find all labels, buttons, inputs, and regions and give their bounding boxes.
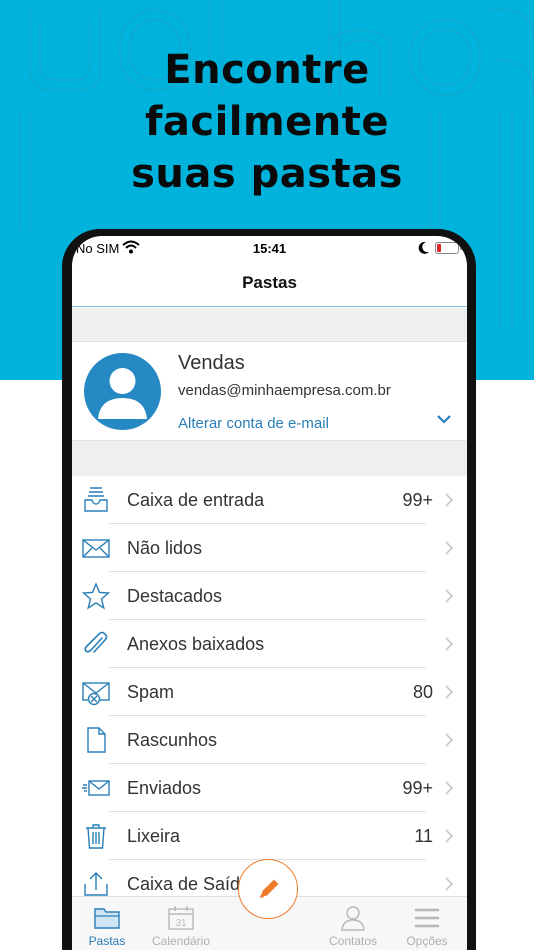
account-name: Vendas [178, 352, 245, 374]
chevron-right-icon [445, 877, 453, 891]
menu-icon [414, 908, 440, 928]
folder-row-sent[interactable]: Enviados 99+ [72, 764, 467, 812]
folder-count: 80 [412, 682, 433, 702]
calendar-icon: 31 [168, 906, 194, 930]
section-spacer [72, 441, 467, 476]
headline-line-2: facilmente [144, 99, 390, 145]
folder-count: 99+ [402, 778, 433, 798]
paperclip-icon [84, 631, 108, 653]
headline: Encontre facilmente suas pastas [0, 44, 534, 200]
folder-label: Não lidos [127, 538, 203, 558]
spam-icon [82, 682, 110, 706]
navigation-bar: Pastas [72, 262, 467, 307]
headline-line-1: Encontre [164, 47, 370, 93]
folder-list: Caixa de entrada 99+ Não lidos Destacado… [72, 476, 467, 908]
tab-pastas[interactable]: Pastas [72, 897, 142, 950]
account-header[interactable]: Vendas vendas@minhaempresa.com.br Altera… [72, 341, 467, 441]
folder-label: Anexos baixados [127, 634, 265, 654]
tab-label: Pastas [88, 934, 126, 948]
chevron-down-icon[interactable] [436, 413, 452, 425]
chevron-right-icon [445, 589, 453, 603]
folder-label: Caixa de entrada [127, 490, 265, 510]
folder-label: Lixeira [127, 826, 181, 846]
folder-count: 99+ [402, 490, 433, 510]
moon-icon [418, 241, 429, 254]
chevron-right-icon [445, 829, 453, 843]
inbox-icon [84, 487, 108, 512]
page-title: Pastas [242, 273, 297, 292]
section-spacer [72, 308, 467, 341]
status-time: 15:41 [252, 241, 287, 256]
person-icon [341, 906, 365, 931]
battery-tip [460, 246, 462, 250]
folder-count: 11 [414, 826, 433, 846]
chevron-right-icon [445, 637, 453, 651]
page: Encontre facilmente suas pastas No SIM 1… [0, 0, 534, 950]
folder-label: Rascunhos [127, 730, 218, 750]
battery-level [437, 244, 441, 252]
battery-icon [435, 242, 462, 254]
folder-label: Spam [127, 682, 175, 702]
folder-row-spam[interactable]: Spam 80 [72, 668, 467, 716]
folder-row-unread[interactable]: Não lidos [72, 524, 467, 572]
account-email: vendas@minhaempresa.com.br [178, 382, 391, 399]
outbox-icon [84, 872, 108, 896]
chevron-right-icon [445, 541, 453, 555]
folder-row-drafts[interactable]: Rascunhos [72, 716, 467, 764]
compose-button[interactable] [238, 859, 298, 919]
tab-label: Calendário [151, 934, 211, 948]
sent-icon [82, 780, 110, 796]
envelope-icon [82, 539, 110, 558]
tab-calendario[interactable]: 31 Calendário [146, 897, 216, 950]
change-account-link[interactable]: Alterar conta de e-mail [178, 415, 329, 432]
folder-label: Enviados [127, 778, 202, 798]
chevron-right-icon [445, 781, 453, 795]
tab-contatos[interactable]: Contatos [318, 897, 388, 950]
chevron-right-icon [445, 733, 453, 747]
status-bar: No SIM 15:41 [72, 236, 467, 262]
folder-row-trash[interactable]: Lixeira 11 [72, 812, 467, 860]
user-silhouette-icon [98, 368, 147, 419]
folder-row-starred[interactable]: Destacados [72, 572, 467, 620]
star-icon [82, 582, 110, 610]
document-icon [87, 727, 106, 753]
avatar [84, 353, 161, 430]
calendar-day: 31 [175, 918, 187, 929]
folder-row-inbox[interactable]: Caixa de entrada 99+ [72, 476, 467, 524]
phone-screen: No SIM 15:41 Pastas Vendas vendas@minhae… [72, 236, 467, 950]
tab-opcoes[interactable]: Opções [392, 897, 462, 950]
chevron-right-icon [445, 493, 453, 507]
chevron-right-icon [445, 685, 453, 699]
pencil-icon [260, 879, 279, 898]
headline-line-3: suas pastas [131, 151, 403, 197]
tab-label: Contatos [328, 934, 378, 948]
tab-label: Opções [406, 934, 448, 948]
trash-icon [86, 824, 106, 849]
folder-label: Caixa de Saída [127, 874, 251, 894]
folder-label: Destacados [127, 586, 223, 606]
folder-icon [94, 908, 120, 929]
folder-row-attachments[interactable]: Anexos baixados [72, 620, 467, 668]
